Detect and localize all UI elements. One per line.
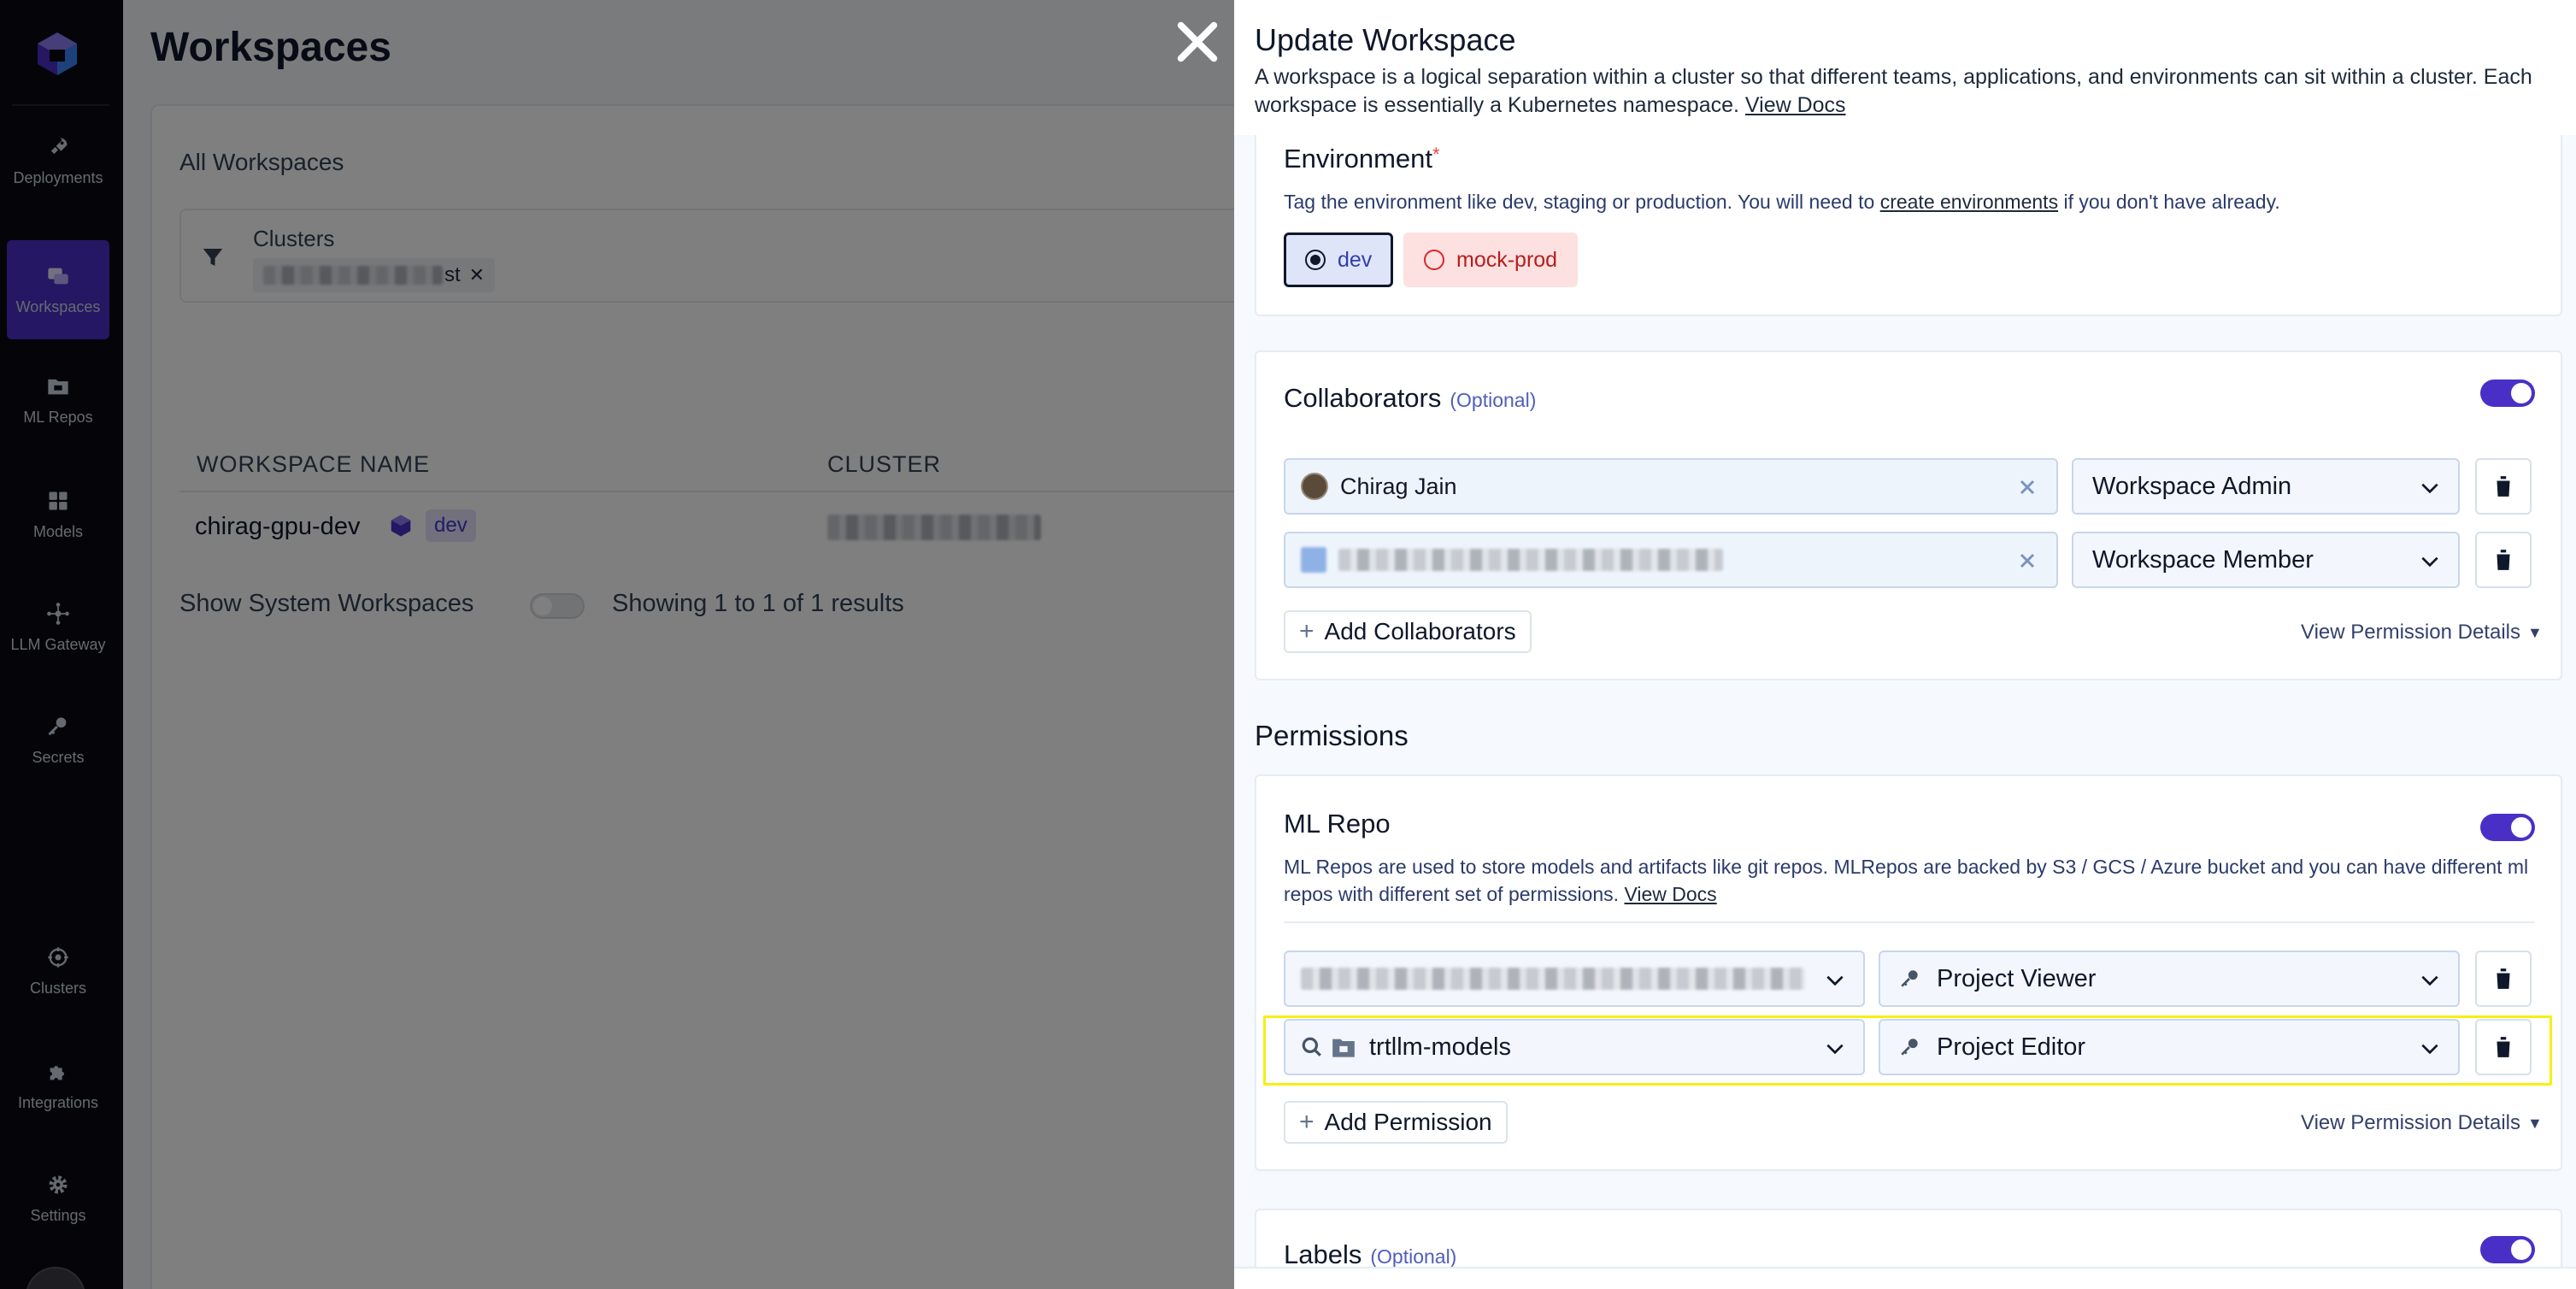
- chevron-down-icon: [1826, 975, 1844, 986]
- chevron-down-icon: [2421, 483, 2438, 494]
- clear-icon[interactable]: [2017, 477, 2038, 497]
- optional-label: (Optional): [1370, 1245, 1457, 1268]
- ml-repo-desc-text: ML Repos are used to store models and ar…: [1284, 856, 2529, 905]
- collaborators-title: Collaborators (Optional): [1284, 383, 1536, 414]
- environment-title-text: Environment: [1284, 144, 1433, 174]
- collaborators-section: Collaborators (Optional) Chirag Jain Work…: [1255, 350, 2562, 680]
- collaborator-role-select[interactable]: Workspace Member: [2072, 532, 2460, 588]
- trash-icon: [2495, 476, 2512, 497]
- permissions-heading: Permissions: [1255, 720, 1409, 751]
- update-workspace-drawer: Environment* Tag the environment like de…: [1234, 0, 2576, 1289]
- optional-label: (Optional): [1450, 389, 1537, 411]
- delete-collaborator-button[interactable]: [2475, 458, 2532, 515]
- environment-title: Environment*: [1284, 144, 1440, 174]
- chevron-down-icon: [2421, 556, 2438, 568]
- chevron-down-icon: [2421, 975, 2438, 986]
- collaborators-toggle[interactable]: [2480, 380, 2535, 407]
- view-permission-details-link[interactable]: View Permission Details ▼: [2301, 621, 2543, 644]
- caret-down-icon: ▼: [2526, 623, 2543, 641]
- ml-repo-role-select[interactable]: Project Viewer: [1879, 951, 2460, 1007]
- section-divider: [1284, 921, 2535, 923]
- modal-backdrop[interactable]: [0, 0, 1234, 1289]
- view-details-label: View Permission Details: [2301, 621, 2520, 644]
- clear-icon[interactable]: [2017, 550, 2038, 571]
- trash-icon: [2495, 968, 2512, 989]
- environment-desc-suffix: if you don't have already.: [2063, 191, 2280, 213]
- delete-collaborator-button[interactable]: [2475, 532, 2532, 588]
- add-permission-label: Add Permission: [1324, 1109, 1492, 1135]
- role-value: Workspace Member: [2092, 545, 2314, 574]
- key-icon: [1901, 970, 1918, 987]
- drawer-title: Update Workspace: [1255, 22, 1516, 57]
- ml-repo-desc: ML Repos are used to store models and ar…: [1284, 853, 2540, 908]
- view-permission-details-link[interactable]: View Permission Details ▼: [2301, 1111, 2543, 1135]
- delete-permission-button[interactable]: [2475, 951, 2532, 1007]
- ml-repo-title: ML Repo: [1284, 809, 1391, 839]
- environment-option-label: mock-prod: [1456, 247, 1558, 272]
- add-permission-button[interactable]: + Add Permission: [1284, 1101, 1508, 1144]
- environment-option-dev[interactable]: dev: [1284, 232, 1394, 287]
- collaborator-avatar: [1301, 473, 1328, 500]
- ml-repo-section: ML Repo ML Repos are used to store model…: [1255, 774, 2562, 1171]
- ml-repo-view-docs-link[interactable]: View Docs: [1624, 883, 1716, 905]
- collaborator-field[interactable]: Chirag Jain: [1284, 458, 2058, 515]
- ml-repo-toggle[interactable]: [2480, 814, 2535, 841]
- redacted-repo-name: [1301, 968, 1805, 990]
- environment-desc-text: Tag the environment like dev, staging or…: [1284, 191, 1875, 213]
- collaborator-role-select[interactable]: Workspace Admin: [2072, 458, 2460, 515]
- redacted-avatar: [1301, 547, 1326, 573]
- caret-down-icon: ▼: [2526, 1114, 2543, 1132]
- trash-icon: [2495, 550, 2512, 570]
- plus-icon: +: [1299, 1108, 1314, 1136]
- create-environments-link[interactable]: create environments: [1880, 191, 2058, 213]
- role-value: Project Viewer: [1937, 964, 2097, 992]
- environment-option-mock-prod[interactable]: mock-prod: [1403, 232, 1579, 287]
- required-marker: *: [1432, 144, 1440, 165]
- view-docs-link[interactable]: View Docs: [1745, 93, 1846, 117]
- drawer-description: A workspace is a logical separation with…: [1255, 63, 2537, 120]
- plus-icon: +: [1299, 617, 1314, 645]
- labels-title-text: Labels: [1284, 1239, 1362, 1269]
- drawer-footer: [1234, 1267, 2576, 1289]
- radio-selected-icon: [1305, 250, 1326, 270]
- close-icon[interactable]: [1173, 17, 1222, 67]
- environment-desc: Tag the environment like dev, staging or…: [1284, 188, 2280, 215]
- collaborator-name: Chirag Jain: [1340, 473, 1457, 499]
- role-value: Workspace Admin: [2092, 472, 2292, 500]
- ml-repo-select[interactable]: [1284, 951, 1865, 1007]
- highlight-box: [1263, 1015, 2552, 1086]
- view-details-label: View Permission Details: [2301, 1111, 2520, 1134]
- radio-unselected-icon: [1424, 250, 1444, 270]
- drawer-description-text: A workspace is a logical separation with…: [1255, 65, 2532, 117]
- add-collaborators-button[interactable]: + Add Collaborators: [1284, 610, 1532, 653]
- add-collaborators-label: Add Collaborators: [1324, 618, 1516, 644]
- redacted-collaborator-name: [1338, 549, 1723, 571]
- collaborator-field[interactable]: [1284, 532, 2058, 588]
- drawer-header: Update Workspace A workspace is a logica…: [1234, 0, 2576, 135]
- environment-option-label: dev: [1338, 247, 1373, 272]
- collaborators-title-text: Collaborators: [1284, 383, 1442, 413]
- labels-toggle[interactable]: [2480, 1236, 2535, 1263]
- labels-title: Labels (Optional): [1284, 1239, 1456, 1270]
